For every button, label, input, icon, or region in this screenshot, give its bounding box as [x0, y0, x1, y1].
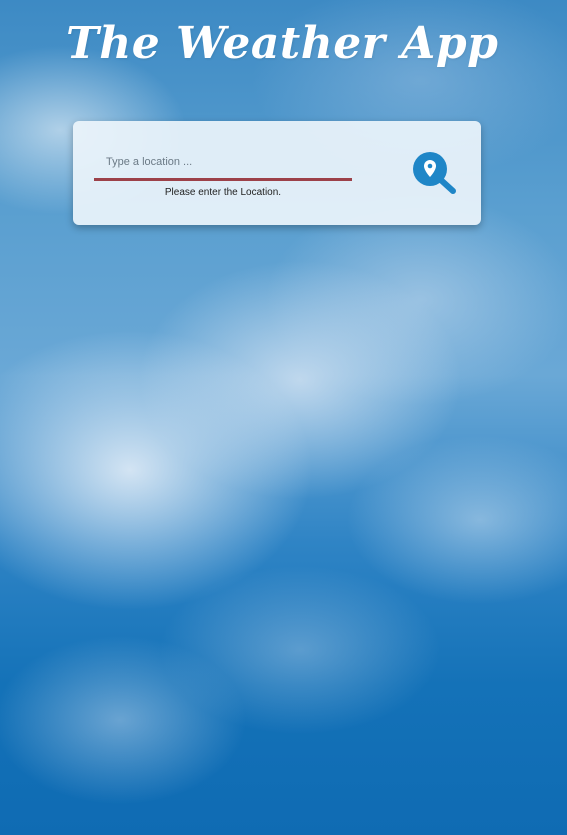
- search-button[interactable]: [411, 149, 461, 197]
- validation-message: Please enter the Location.: [164, 187, 282, 198]
- search-card: Please enter the Location.: [73, 121, 481, 225]
- location-input[interactable]: [94, 151, 352, 181]
- app-title: The Weather App: [66, 18, 499, 69]
- location-field-wrapper: Please enter the Location.: [94, 151, 352, 198]
- location-search-icon: [413, 152, 456, 194]
